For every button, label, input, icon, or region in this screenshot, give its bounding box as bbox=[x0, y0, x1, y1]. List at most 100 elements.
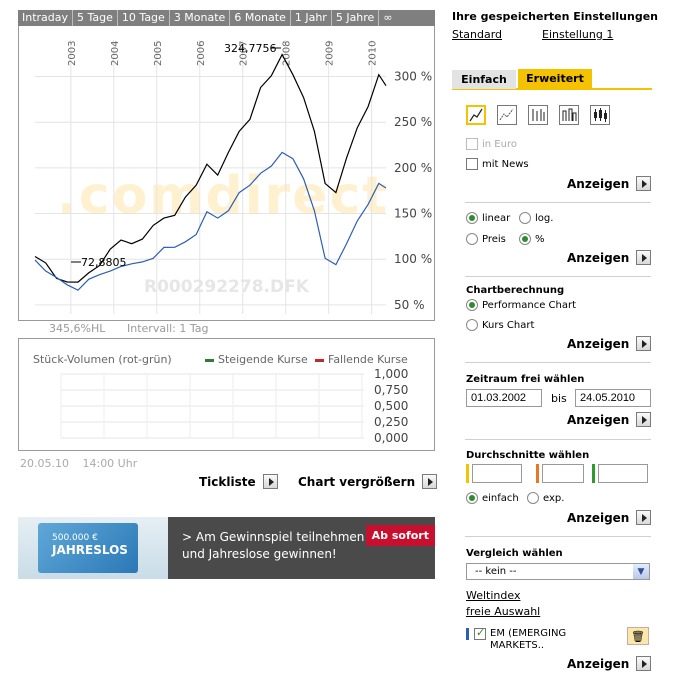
show-label: Anzeigen bbox=[567, 250, 630, 265]
y-tick-label: 50 % bbox=[394, 298, 425, 312]
arrow-right-icon bbox=[422, 474, 438, 489]
max-value-label: 324,7756 bbox=[224, 42, 277, 55]
tab-simple[interactable]: Einfach bbox=[452, 70, 516, 89]
period-title: Zeitraum frei wählen bbox=[466, 374, 585, 385]
avg-exp-label: exp. bbox=[543, 492, 565, 504]
price-radio[interactable] bbox=[466, 233, 478, 245]
candlestick-chart-icon[interactable] bbox=[590, 105, 610, 125]
range-tabs: Intraday 5 Tage 10 Tage 3 Monate 6 Monate 1 J… bbox=[18, 10, 435, 26]
tab-advanced[interactable]: Erweitert bbox=[518, 69, 592, 90]
compare-title: Vergleich wählen bbox=[466, 548, 563, 559]
range-tab-0[interactable]: Intraday bbox=[18, 10, 74, 26]
with-news-option[interactable]: mit News bbox=[466, 158, 529, 170]
volume-tick-label: 0,250 bbox=[374, 415, 408, 429]
chart-enlarge-button[interactable]: Chart vergrößern bbox=[298, 474, 438, 489]
free-choice-link[interactable]: freie Auswahl bbox=[466, 605, 540, 618]
saved-settings-title: Ihre gespeicherten Einstellungen bbox=[452, 10, 658, 23]
date-from-input[interactable] bbox=[466, 389, 542, 407]
volume-tick-label: 0,750 bbox=[374, 383, 408, 397]
show-button-1[interactable]: Anzeigen bbox=[567, 176, 652, 191]
show-label: Anzeigen bbox=[567, 336, 630, 351]
performance-chart-label: Performance Chart bbox=[482, 299, 577, 311]
compare-series-line bbox=[34, 151, 387, 291]
compare-select[interactable]: -- kein -- ▼ bbox=[466, 563, 650, 580]
banner-badge[interactable]: Ab sofort bbox=[365, 525, 435, 546]
chart-time: 14:00 Uhr bbox=[82, 457, 138, 470]
range-tab-5[interactable]: 1 Jahr bbox=[291, 10, 332, 26]
avg-exp-radio[interactable] bbox=[527, 492, 539, 504]
in-euro-option[interactable]: in Euro bbox=[466, 138, 517, 150]
line-chart-icon[interactable] bbox=[466, 105, 486, 125]
arrow-right-icon bbox=[636, 412, 652, 427]
banner-text-line2: und Jahreslose gewinnen! bbox=[182, 547, 337, 561]
chart-enlarge-label: Chart vergrößern bbox=[298, 474, 416, 489]
divider bbox=[465, 439, 651, 440]
range-tab-1[interactable]: 5 Tage bbox=[73, 10, 118, 26]
show-button-3[interactable]: Anzeigen bbox=[567, 336, 652, 351]
performance-chart-radio[interactable] bbox=[466, 299, 478, 311]
y-tick-label: 200 % bbox=[394, 161, 432, 175]
avg3-input[interactable] bbox=[598, 464, 648, 483]
chevron-down-icon: ▼ bbox=[633, 564, 649, 579]
show-label: Anzeigen bbox=[567, 656, 630, 671]
area-chart-icon[interactable] bbox=[497, 105, 517, 125]
with-news-label: mit News bbox=[482, 158, 529, 170]
avg-simple-radio[interactable] bbox=[466, 492, 478, 504]
range-tab-3[interactable]: 3 Monate bbox=[170, 10, 231, 26]
volume-chart: Stück-Volumen (rot-grün) Steigende Kurse… bbox=[18, 338, 435, 451]
chart-plot: 300 % 250 % 200 % 150 % 100 % 50 % 2003 2004 200… bbox=[34, 40, 432, 314]
avg2-input[interactable] bbox=[542, 464, 584, 483]
trash-icon[interactable]: 🗑 bbox=[627, 627, 649, 645]
volume-tick-label: 1,000 bbox=[374, 367, 408, 381]
tickliste-button[interactable]: Tickliste bbox=[199, 474, 278, 489]
arrow-right-icon bbox=[636, 510, 652, 525]
linear-option[interactable]: linear bbox=[466, 212, 510, 224]
show-button-6[interactable]: Anzeigen bbox=[567, 656, 652, 671]
world-index-link[interactable]: Weltindex bbox=[466, 589, 520, 602]
show-button-4[interactable]: Anzeigen bbox=[567, 412, 652, 427]
in-euro-label: in Euro bbox=[482, 138, 517, 150]
price-label: Preis bbox=[482, 233, 506, 245]
card-line1: 500.000 € bbox=[52, 533, 98, 543]
date-to-input[interactable] bbox=[575, 389, 651, 407]
mode-tabs: Einfach Erweitert bbox=[452, 69, 652, 90]
avg-simple-option[interactable]: einfach bbox=[466, 492, 519, 504]
saved-setting1-link[interactable]: Einstellung 1 bbox=[542, 28, 613, 41]
banner-text-area: > Am Gewinnspiel teilnehmen und Jahreslo… bbox=[168, 517, 435, 579]
bar-chart-icon[interactable] bbox=[559, 105, 579, 125]
avg1-input[interactable] bbox=[472, 464, 522, 483]
with-news-checkbox[interactable] bbox=[466, 158, 478, 170]
show-button-2[interactable]: Anzeigen bbox=[567, 250, 652, 265]
price-chart-option[interactable]: Kurs Chart bbox=[466, 319, 534, 331]
promo-banner[interactable]: 500.000 € JAHRESLOS > Am Gewinnspiel tei… bbox=[18, 517, 435, 579]
volume-plot: 1,000 0,750 0,500 0,250 0,000 bbox=[60, 367, 408, 445]
arrow-right-icon bbox=[636, 656, 652, 671]
range-tab-6[interactable]: 5 Jahre bbox=[332, 10, 380, 26]
show-button-5[interactable]: Anzeigen bbox=[567, 510, 652, 525]
log-radio[interactable] bbox=[519, 212, 531, 224]
price-option[interactable]: Preis bbox=[466, 233, 506, 245]
performance-chart-option[interactable]: Performance Chart bbox=[466, 299, 576, 311]
percent-radio[interactable] bbox=[519, 233, 531, 245]
y-tick-label: 250 % bbox=[394, 115, 432, 129]
chart-date: 20.05.10 bbox=[20, 457, 69, 470]
saved-standard-link[interactable]: Standard bbox=[452, 28, 502, 41]
in-euro-checkbox[interactable] bbox=[466, 138, 478, 150]
ohlc-chart-icon[interactable] bbox=[528, 105, 548, 125]
show-label: Anzeigen bbox=[567, 176, 630, 191]
chart-datetime: 20.05.10 14:00 Uhr bbox=[20, 457, 137, 470]
avg-title: Durchschnitte wählen bbox=[466, 450, 590, 461]
range-tab-4[interactable]: 6 Monate bbox=[230, 10, 291, 26]
compare-select-value: -- kein -- bbox=[475, 566, 517, 577]
percent-option[interactable]: % bbox=[519, 233, 545, 245]
compare-item-checkbox[interactable] bbox=[474, 626, 486, 640]
linear-radio[interactable] bbox=[466, 212, 478, 224]
price-chart-radio[interactable] bbox=[466, 319, 478, 331]
avg-exp-option[interactable]: exp. bbox=[527, 492, 564, 504]
range-tab-7[interactable]: ∞ bbox=[379, 10, 396, 26]
linear-label: linear bbox=[482, 212, 511, 224]
log-label: log. bbox=[535, 212, 554, 224]
log-option[interactable]: log. bbox=[519, 212, 553, 224]
min-value-label: 72,8805 bbox=[81, 256, 127, 269]
range-tab-2[interactable]: 10 Tage bbox=[118, 10, 170, 26]
